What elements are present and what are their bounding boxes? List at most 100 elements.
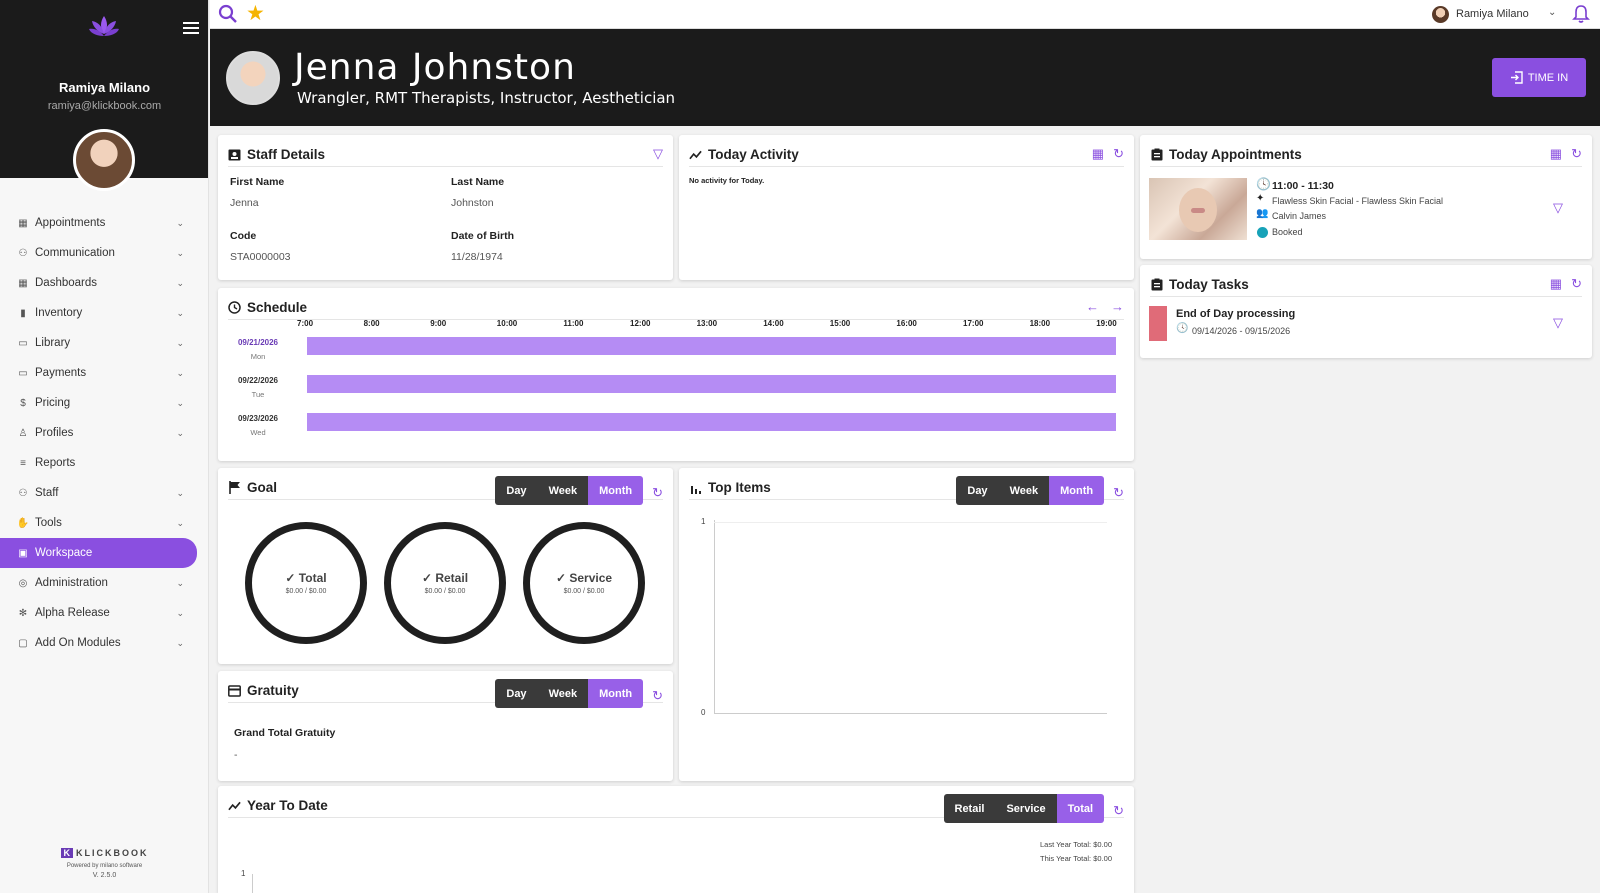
chevron-down-icon[interactable]: ⌄ xyxy=(176,398,184,409)
gratuity-day-button[interactable]: Day xyxy=(495,679,538,708)
task-title[interactable]: End of Day processing xyxy=(1176,308,1295,320)
sidebar-item-label: Add On Modules xyxy=(35,637,121,649)
search-icon[interactable] xyxy=(218,4,238,24)
chevron-down-icon[interactable]: ⌄ xyxy=(176,308,184,319)
target-icon: ◎ xyxy=(18,577,28,589)
chevron-down-icon[interactable]: ⌄ xyxy=(176,518,184,529)
top-items-day-button[interactable]: Day xyxy=(956,476,999,505)
today-appointments-title: Today Appointments xyxy=(1169,147,1302,162)
y-axis-max-label: 1 xyxy=(701,517,706,526)
sidebar-item-appointments[interactable]: ▦ Appointments ⌄ xyxy=(0,208,209,238)
topbar-user-name[interactable]: Ramiya Milano xyxy=(1456,8,1529,20)
user-menu-chevron-down-icon[interactable]: ⌄ xyxy=(1548,7,1556,18)
x-axis-line xyxy=(714,713,1107,714)
chevron-down-icon[interactable]: ⌄ xyxy=(176,638,184,649)
sidebar-item-pricing[interactable]: $ Pricing ⌄ xyxy=(0,388,209,418)
sidebar-item-reports[interactable]: ≡ Reports xyxy=(0,448,209,478)
calendar-icon[interactable]: ▦ xyxy=(1550,147,1562,161)
staff-details-header: Staff Details ▽ xyxy=(228,143,663,167)
chevron-down-icon[interactable]: ⌄ xyxy=(176,218,184,229)
sidebar-item-alpha-release[interactable]: ✻ Alpha Release ⌄ xyxy=(0,598,209,628)
favorite-star-icon[interactable]: ★ xyxy=(246,2,265,26)
ytd-retail-button[interactable]: Retail xyxy=(943,794,996,823)
schedule-availability-bar[interactable] xyxy=(307,413,1116,431)
chevron-down-icon[interactable]: ⌄ xyxy=(176,338,184,349)
sidebar-avatar[interactable] xyxy=(73,129,135,191)
sidebar-item-payments[interactable]: ▭ Payments ⌄ xyxy=(0,358,209,388)
arrow-left-icon[interactable]: ← xyxy=(1086,300,1099,314)
card-icon: ▭ xyxy=(18,367,28,379)
schedule-time-label: 7:00 xyxy=(297,319,314,328)
chevron-down-icon[interactable]: ⌄ xyxy=(176,278,184,289)
chevron-down-icon[interactable]: ⌄ xyxy=(176,368,184,379)
sidebar-item-staff[interactable]: ⚇ Staff ⌄ xyxy=(0,478,209,508)
sidebar-item-add-on-modules[interactable]: ▢ Add On Modules ⌄ xyxy=(0,628,209,658)
sidebar: Ramiya Milano ramiya@klickbook.com ▦ Appo… xyxy=(0,0,209,893)
refresh-icon[interactable]: ↻ xyxy=(652,688,663,703)
staff-details-title: Staff Details xyxy=(247,147,326,162)
person-icon: ♙ xyxy=(18,427,28,439)
ytd-total-button[interactable]: Total xyxy=(1056,794,1105,823)
top-items-month-button[interactable]: Month xyxy=(1049,476,1105,505)
expand-chevron-icon[interactable]: ▽ xyxy=(1553,315,1563,331)
top-items-week-button[interactable]: Week xyxy=(998,476,1050,505)
sidebar-item-workspace[interactable]: ▣ Workspace xyxy=(0,538,197,568)
goal-month-button[interactable]: Month xyxy=(588,476,644,505)
sidebar-item-profiles[interactable]: ♙ Profiles ⌄ xyxy=(0,418,209,448)
clipboard-icon xyxy=(1150,278,1163,291)
schedule-availability-bar[interactable] xyxy=(307,337,1116,355)
staff-details-card: Staff Details ▽ First Name Jenna Last Na… xyxy=(218,135,673,280)
goal-week-button[interactable]: Week xyxy=(537,476,589,505)
trend-up-icon xyxy=(228,799,241,812)
folder-icon: ▢ xyxy=(18,637,28,649)
schedule-availability-bar[interactable] xyxy=(307,375,1116,393)
first-name-value: Jenna xyxy=(230,197,259,209)
topbar-avatar[interactable] xyxy=(1432,6,1449,23)
sidebar-item-label: Library xyxy=(35,337,71,349)
goal-ring-label: ✓ Total xyxy=(285,571,326,585)
calendar-icon[interactable]: ▦ xyxy=(1550,277,1562,291)
refresh-icon[interactable]: ↻ xyxy=(652,485,663,500)
arrow-right-icon[interactable]: → xyxy=(1111,300,1124,314)
gratuity-week-button[interactable]: Week xyxy=(537,679,589,708)
calendar-icon[interactable]: ▦ xyxy=(1092,147,1104,161)
sidebar-item-inventory[interactable]: ▮ Inventory ⌄ xyxy=(0,298,209,328)
chevron-down-icon[interactable]: ⌄ xyxy=(176,488,184,499)
chevron-down-icon[interactable]: ⌄ xyxy=(176,608,184,619)
filter-icon[interactable]: ▽ xyxy=(653,147,663,161)
sidebar-item-label: Appointments xyxy=(35,217,106,229)
refresh-icon[interactable]: ↻ xyxy=(1571,147,1582,161)
refresh-icon[interactable]: ↻ xyxy=(1113,803,1124,818)
chevron-down-icon[interactable]: ⌄ xyxy=(176,248,184,259)
time-in-button[interactable]: TIME IN xyxy=(1492,58,1586,97)
goal-ring-retail: ✓ Retail $0.00 / $0.00 xyxy=(384,522,506,644)
schedule-time-label: 17:00 xyxy=(963,319,984,328)
last-name-label: Last Name xyxy=(451,176,505,188)
expand-chevron-icon[interactable]: ▽ xyxy=(1553,200,1563,216)
goal-card: Goal Day Week Month ↻ ✓ Total $0.00 / $0.… xyxy=(218,468,673,664)
goal-day-button[interactable]: Day xyxy=(495,476,538,505)
gratuity-month-button[interactable]: Month xyxy=(588,679,644,708)
chevron-down-icon[interactable]: ⌄ xyxy=(176,428,184,439)
chevron-down-icon[interactable]: ⌄ xyxy=(176,578,184,589)
goal-ring-label: ✓ Retail xyxy=(422,571,468,585)
refresh-icon[interactable]: ↻ xyxy=(1113,485,1124,500)
calendar-icon: ▦ xyxy=(18,217,28,229)
sidebar-item-dashboards[interactable]: ▦ Dashboards ⌄ xyxy=(0,268,209,298)
sidebar-item-label: Alpha Release xyxy=(35,607,110,619)
sidebar-item-tools[interactable]: ✋ Tools ⌄ xyxy=(0,508,209,538)
sidebar-item-library[interactable]: ▭ Library ⌄ xyxy=(0,328,209,358)
refresh-icon[interactable]: ↻ xyxy=(1571,277,1582,291)
sidebar-item-administration[interactable]: ◎ Administration ⌄ xyxy=(0,568,209,598)
ytd-service-button[interactable]: Service xyxy=(995,794,1057,823)
workspace-icon: ▣ xyxy=(18,547,28,559)
sidebar-item-communication[interactable]: ⚇ Communication ⌄ xyxy=(0,238,209,268)
notification-bell-icon[interactable] xyxy=(1572,4,1590,24)
brand-logo: K KLICKBOOK xyxy=(0,843,209,861)
y-axis-min-label: 0 xyxy=(701,708,706,717)
today-tasks-title: Today Tasks xyxy=(1169,277,1249,292)
refresh-icon[interactable]: ↻ xyxy=(1113,147,1124,161)
schedule-time-label: 15:00 xyxy=(829,319,851,328)
people-icon: ⚇ xyxy=(18,247,28,259)
menu-toggle-icon[interactable] xyxy=(183,22,199,36)
